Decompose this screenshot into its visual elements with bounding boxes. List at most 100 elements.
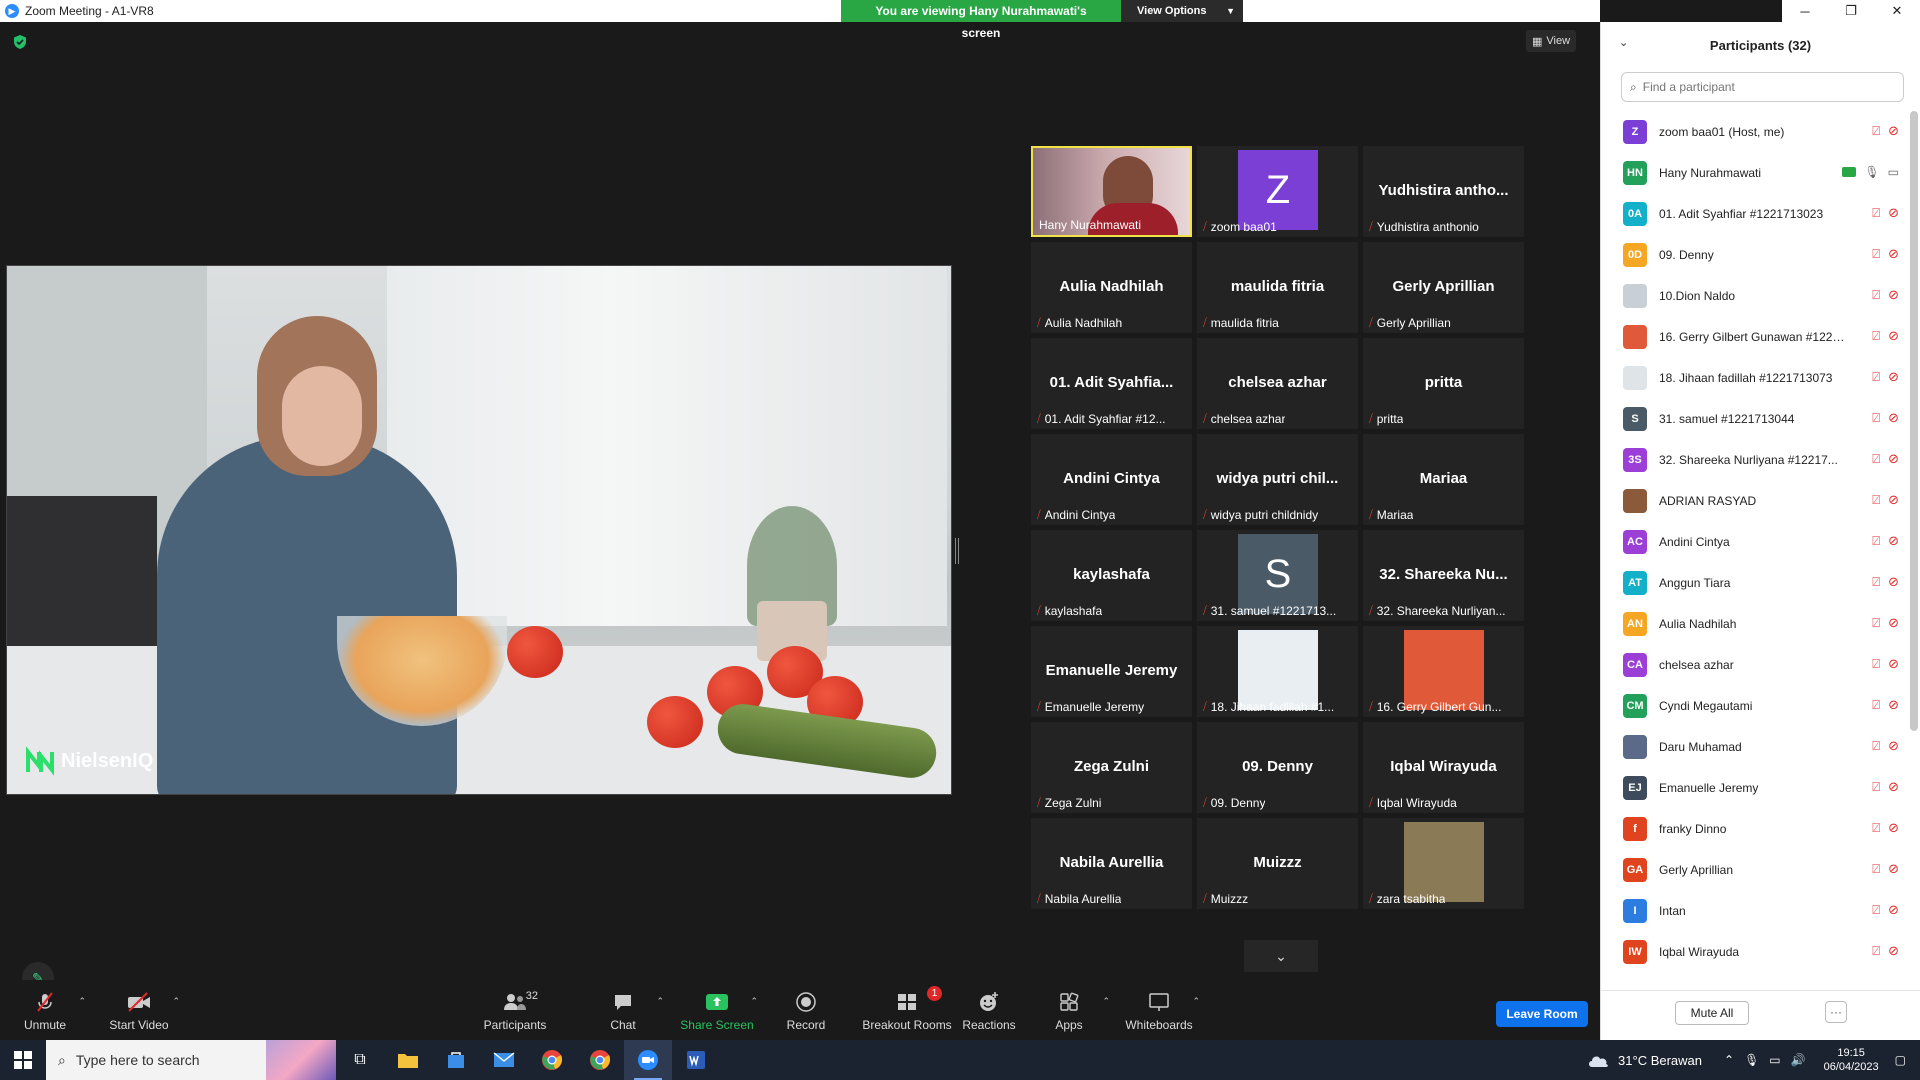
apps-button[interactable]: Apps ⌃ [1024, 990, 1114, 1036]
video-tile[interactable]: Andini Cintya ⧸ Andini Cintya [1031, 434, 1192, 525]
participant-row[interactable]: I Intan ⍁ ⊘ [1601, 890, 1905, 931]
participant-row[interactable]: EJ Emanuelle Jeremy ⍁ ⊘ [1601, 767, 1905, 808]
participant-avatar: IW [1623, 939, 1647, 964]
participant-row[interactable]: 16. Gerry Gilbert Gunawan #1221713... ⍁ ⊘ [1601, 316, 1905, 357]
video-tile[interactable]: 32. Shareeka Nu... ⧸ 32. Shareeka Nurliyan… [1363, 530, 1524, 621]
view-options-button[interactable]: View Options ▼ [1121, 0, 1243, 22]
chevron-up-icon[interactable]: ⌃ [1724, 1053, 1734, 1067]
video-tile[interactable]: 09. Denny ⧸ 09. Denny [1197, 722, 1358, 813]
mail-button[interactable] [480, 1040, 528, 1080]
caret-up-icon[interactable]: ⌃ [750, 996, 758, 1007]
participant-name: Andini Cintya [1659, 534, 1730, 549]
participant-row[interactable]: IW Iqbal Wirayuda ⍁ ⊘ [1601, 931, 1905, 972]
participant-row[interactable]: AT Anggun Tiara ⍁ ⊘ [1601, 562, 1905, 603]
whiteboards-button[interactable]: Whiteboards ⌃ [1114, 990, 1204, 1036]
participant-row[interactable]: 10.Dion Naldo ⍁ ⊘ [1601, 275, 1905, 316]
file-explorer-button[interactable] [384, 1040, 432, 1080]
participant-row[interactable]: 0D 09. Denny ⍁ ⊘ [1601, 234, 1905, 275]
video-tile[interactable]: Emanuelle Jeremy ⧸ Emanuelle Jeremy [1031, 626, 1192, 717]
video-tile[interactable]: Zega Zulni ⧸ Zega Zulni [1031, 722, 1192, 813]
video-tile[interactable]: maulida fitria ⧸ maulida fitria [1197, 242, 1358, 333]
mic-muted-icon: ⍁ [1872, 205, 1881, 220]
shared-screen[interactable]: NielsenIQ [6, 265, 952, 795]
caret-up-icon[interactable]: ⌃ [1102, 996, 1110, 1007]
taskbar-search-box[interactable]: ⌕ Type here to search [46, 1040, 336, 1080]
microsoft-store-button[interactable] [432, 1040, 480, 1080]
participant-row[interactable]: CA chelsea azhar ⍁ ⊘ [1601, 644, 1905, 685]
video-tile[interactable]: ⧸ 16. Gerry Gilbert Gun... [1363, 626, 1524, 717]
participants-scrollbar[interactable] [1910, 111, 1918, 731]
restore-button[interactable]: ❐ [1828, 0, 1874, 22]
participant-row[interactable]: ADRIAN RASYAD ⍁ ⊘ [1601, 480, 1905, 521]
caret-up-icon[interactable]: ⌃ [172, 996, 180, 1007]
video-tile[interactable]: Aulia Nadhilah ⧸ Aulia Nadhilah [1031, 242, 1192, 333]
video-tile[interactable]: Muizzz ⧸ Muizzz [1197, 818, 1358, 909]
word-button[interactable] [672, 1040, 720, 1080]
volume-icon[interactable]: 🔊 [1791, 1053, 1806, 1067]
weather-widget[interactable]: 31°C Berawan [1586, 1051, 1702, 1069]
video-tile[interactable]: Hany Nurahmawati [1031, 146, 1192, 237]
task-view-button[interactable]: ⧉ [336, 1040, 384, 1080]
reactions-button[interactable]: Reactions [944, 990, 1034, 1036]
participant-row[interactable]: S 31. samuel #1221713044 ⍁ ⊘ [1601, 398, 1905, 439]
participant-row[interactable]: GA Gerly Aprillian ⍁ ⊘ [1601, 849, 1905, 890]
chat-button[interactable]: Chat ⌃ [578, 990, 668, 1036]
chrome-profile-button[interactable] [576, 1040, 624, 1080]
start-video-button[interactable]: Start Video ⌃ [94, 990, 184, 1036]
video-tile[interactable]: kaylashafa ⧸ kaylashafa [1031, 530, 1192, 621]
mute-all-button[interactable]: Mute All [1675, 1001, 1749, 1025]
participant-row[interactable]: Zzoom baa01 (Host, me) ⍁ ⊘ [1601, 111, 1905, 152]
participant-display-name: kaylashafa [1073, 566, 1150, 583]
view-layout-button[interactable]: ▦ View [1526, 30, 1576, 52]
participant-status-icons: ⍁ ⊘ [1872, 944, 1899, 958]
video-tile[interactable]: 01. Adit Syahfia... ⧸ 01. Adit Syahfiar #1… [1031, 338, 1192, 429]
participants-button[interactable]: 32 Participants [470, 990, 560, 1036]
participant-row[interactable]: 3S 32. Shareeka Nurliyana #12217... ⍁ ⊘ [1601, 439, 1905, 480]
start-button[interactable] [0, 1040, 46, 1080]
minimize-button[interactable]: ─ [1782, 0, 1828, 22]
record-button[interactable]: Record [761, 990, 851, 1036]
close-button[interactable]: ✕ [1874, 0, 1920, 22]
participant-row[interactable]: 18. Jihaan fadillah #1221713073 ⍁ ⊘ [1601, 357, 1905, 398]
video-tile[interactable]: chelsea azhar ⧸ chelsea azhar [1197, 338, 1358, 429]
video-tile[interactable]: Nabila Aurellia ⧸ Nabila Aurellia [1031, 818, 1192, 909]
participant-row[interactable]: CM Cyndi Megautami ⍁ ⊘ [1601, 685, 1905, 726]
caret-up-icon[interactable]: ⌃ [1192, 996, 1200, 1007]
video-tile[interactable]: Mariaa ⧸ Mariaa [1363, 434, 1524, 525]
video-tile[interactable]: Yudhistira antho... ⧸ Yudhistira anthonio [1363, 146, 1524, 237]
split-resize-handle[interactable] [955, 538, 959, 564]
chrome-button[interactable] [528, 1040, 576, 1080]
participant-search-input[interactable] [1642, 80, 1903, 94]
participant-row[interactable]: 0A 01. Adit Syahfiar #1221713023 ⍁ ⊘ [1601, 193, 1905, 234]
participant-name: Emanuelle Jeremy [1659, 780, 1759, 795]
caret-up-icon[interactable]: ⌃ [78, 996, 86, 1007]
notifications-icon[interactable]: ▢ [1895, 1053, 1906, 1067]
more-options-button[interactable]: ··· [1825, 1001, 1847, 1023]
participant-status-icons: ⍁ ⊘ [1872, 903, 1899, 917]
video-tile[interactable]: Z ⧸ zoom baa01 [1197, 146, 1358, 237]
zoom-taskbar-button[interactable] [624, 1040, 672, 1080]
participant-search[interactable]: ⌕ [1621, 72, 1904, 102]
participant-row[interactable]: Daru Muhamad ⍁ ⊘ [1601, 726, 1905, 767]
share-screen-button[interactable]: Share Screen ⌃ [672, 990, 762, 1036]
video-tile[interactable]: S ⧸ 31. samuel #1221713... [1197, 530, 1358, 621]
leave-room-button[interactable]: Leave Room [1496, 1001, 1588, 1027]
participant-row[interactable]: HN Hany Nurahmawati 🎙 ▭ [1601, 152, 1905, 193]
microphone-icon[interactable]: 🎙 [1744, 1053, 1759, 1067]
chevron-down-icon[interactable]: ⌄ [1619, 36, 1628, 49]
participant-row[interactable]: AC Andini Cintya ⍁ ⊘ [1601, 521, 1905, 562]
video-tile[interactable]: widya putri chil... ⧸ widya putri childnid… [1197, 434, 1358, 525]
network-icon[interactable]: ▭ [1769, 1053, 1780, 1067]
participant-row[interactable]: f franky Dinno ⍁ ⊘ [1601, 808, 1905, 849]
video-tile[interactable]: Iqbal Wirayuda ⧸ Iqbal Wirayuda [1363, 722, 1524, 813]
system-clock[interactable]: 19:15 06/04/2023 [1824, 1046, 1879, 1074]
participant-name-label: ⧸ zara tsabitha [1369, 892, 1445, 906]
video-tile[interactable]: Gerly Aprillian ⧸ Gerly Aprillian [1363, 242, 1524, 333]
video-tile[interactable]: ⧸ zara tsabitha [1363, 818, 1524, 909]
caret-up-icon[interactable]: ⌃ [656, 996, 664, 1007]
video-tile[interactable]: pritta ⧸ pritta [1363, 338, 1524, 429]
video-tile[interactable]: ⧸ 18. Jihaan fadillah #1... [1197, 626, 1358, 717]
gallery-next-page-button[interactable]: ⌄ [1244, 940, 1318, 972]
participant-row[interactable]: AN Aulia Nadhilah ⍁ ⊘ [1601, 603, 1905, 644]
unmute-button[interactable]: Unmute ⌃ [0, 990, 90, 1036]
